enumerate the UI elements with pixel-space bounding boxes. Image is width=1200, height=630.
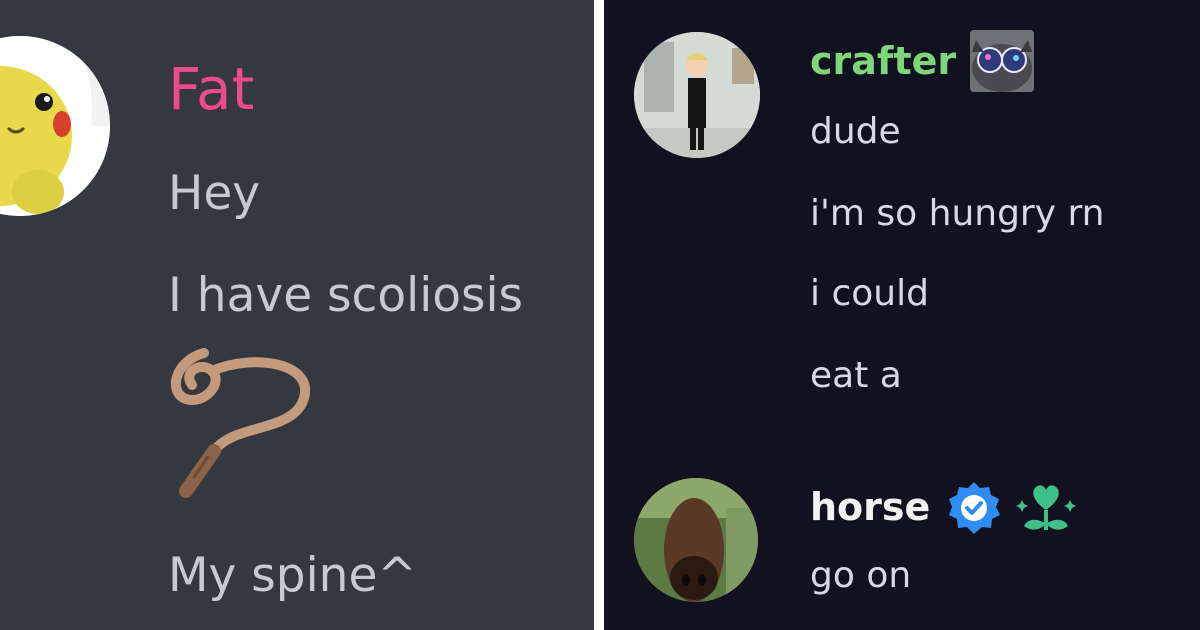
message-text: Hey bbox=[168, 166, 261, 221]
message-text: dude bbox=[810, 111, 901, 152]
verified-icon bbox=[949, 482, 1000, 534]
heart-plant-icon bbox=[1016, 485, 1076, 530]
message-text: go on bbox=[810, 555, 912, 596]
message-text: i could bbox=[810, 273, 929, 314]
crafter-avatar[interactable] bbox=[634, 32, 760, 158]
username-fat[interactable]: Fat bbox=[168, 60, 254, 118]
pikachu-plush-image bbox=[0, 36, 110, 216]
glasses-cat-badge-icon[interactable] bbox=[970, 30, 1034, 92]
right-chat-panel: crafter dude i'm so hungry rn i could ea… bbox=[604, 0, 1200, 630]
message-text: My spine^ bbox=[168, 548, 417, 603]
panel-divider bbox=[594, 0, 604, 630]
message-text: eat a bbox=[810, 355, 902, 396]
username-horse[interactable]: horse bbox=[810, 488, 930, 526]
left-chat-panel: Fat Hey I have scoliosis My spine^ bbox=[0, 0, 594, 630]
rope-emoji-icon bbox=[170, 348, 311, 498]
message-text: i'm so hungry rn bbox=[810, 193, 1105, 234]
horse-face-image bbox=[634, 478, 758, 602]
pikachu-avatar[interactable] bbox=[0, 36, 110, 216]
username-crafter[interactable]: crafter bbox=[810, 42, 956, 80]
cartoon-character-image bbox=[634, 32, 760, 158]
horse-avatar[interactable] bbox=[634, 478, 758, 602]
message-text: I have scoliosis bbox=[168, 268, 524, 323]
